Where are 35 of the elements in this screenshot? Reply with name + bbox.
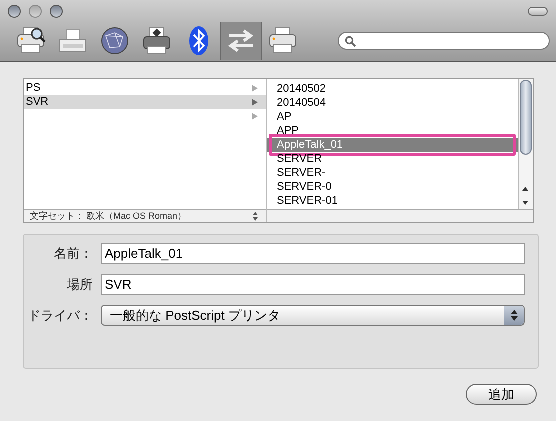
list-item-label: SVR — [26, 95, 50, 109]
charset-popup[interactable]: 文字セット： 欧米（Mac OS Roman） — [24, 209, 266, 222]
printer-magnifier-icon — [16, 27, 46, 55]
zoom-button[interactable] — [50, 4, 63, 18]
list-row[interactable]: SVR — [24, 95, 266, 109]
list-row[interactable]: SERVER — [267, 152, 518, 166]
globe-icon — [101, 27, 129, 55]
stepper-arrows-icon — [253, 212, 258, 220]
list-row[interactable]: 20140502 — [267, 82, 518, 96]
list-row[interactable]: PS — [24, 81, 266, 95]
arrows-icon — [226, 27, 256, 55]
list-row[interactable]: SERVER-0 — [267, 180, 518, 194]
toolbar-toggle-button[interactable] — [528, 6, 548, 16]
search-icon — [345, 36, 356, 46]
list-row[interactable]: AP — [267, 110, 518, 124]
list-row[interactable]: SERVER- — [267, 166, 518, 180]
close-button[interactable] — [8, 4, 21, 18]
list-row[interactable]: 20140504 — [267, 96, 518, 110]
stepper-arrows-icon — [510, 310, 518, 321]
scroll-thumb[interactable] — [520, 80, 532, 155]
fax-icon — [58, 28, 88, 54]
printer-icon — [142, 27, 172, 55]
field-label: 名前： — [53, 244, 94, 263]
bluetooth-icon — [189, 26, 209, 56]
search-field[interactable] — [338, 32, 550, 50]
printer-icon — [268, 27, 298, 55]
list-item-label: PS — [26, 81, 42, 95]
add-button[interactable]: 追加 — [466, 384, 537, 405]
field-label: ドライバ： — [27, 306, 94, 325]
text-field[interactable]: SVR — [101, 274, 525, 295]
driver-popup-button[interactable]: 一般的な PostScript プリンタ — [101, 305, 525, 326]
list-row[interactable]: SERVER-01 — [267, 194, 518, 208]
list-row[interactable]: APP — [267, 124, 518, 138]
field-label: 場所 — [66, 276, 94, 294]
text-field[interactable]: AppleTalk_01 — [101, 243, 525, 264]
